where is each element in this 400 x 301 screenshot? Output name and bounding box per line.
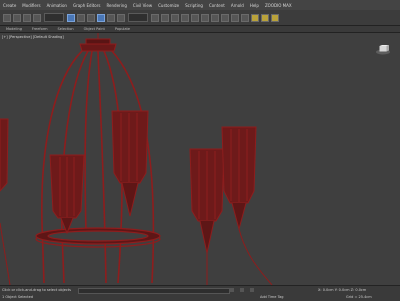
- ribbon-tab-object-paint[interactable]: Object Paint: [84, 27, 105, 31]
- ring: [35, 227, 161, 248]
- angle-snap-icon[interactable]: [171, 13, 179, 22]
- selection-filter-dropdown[interactable]: [44, 13, 64, 22]
- lamp-shade-3: [189, 148, 225, 285]
- mirror-icon[interactable]: [191, 13, 199, 22]
- canopy: [79, 33, 117, 52]
- menu-zoodio-max[interactable]: ZOODIO MAX: [262, 3, 295, 8]
- time-slider[interactable]: [78, 288, 230, 294]
- render-setup-icon[interactable]: [251, 13, 259, 22]
- lamp-shade-edge: [0, 118, 11, 285]
- schematic-icon[interactable]: [231, 13, 239, 22]
- align-icon[interactable]: [201, 13, 209, 22]
- key-controls: [230, 288, 254, 292]
- key-icon[interactable]: [230, 288, 234, 292]
- main-toolbar: [0, 10, 400, 25]
- set-key-icon[interactable]: [240, 288, 244, 292]
- unlink-icon[interactable]: [33, 13, 41, 22]
- link-icon[interactable]: [23, 13, 31, 22]
- perspective-viewport[interactable]: [+] [Perspective] [Default Shading]: [0, 33, 400, 285]
- layer-icon[interactable]: [211, 13, 219, 22]
- menu-content[interactable]: Content: [206, 3, 228, 8]
- render-icon[interactable]: [271, 13, 279, 22]
- scale-icon[interactable]: [117, 13, 125, 22]
- select-by-name-icon[interactable]: [77, 13, 85, 22]
- menu-bar: Create Modifiers Animation Graph Editors…: [0, 0, 400, 10]
- ribbon-tab-freeform[interactable]: Freeform: [32, 27, 48, 31]
- select-object-icon[interactable]: [67, 13, 75, 22]
- curve-editor-icon[interactable]: [221, 13, 229, 22]
- menu-scripting[interactable]: Scripting: [182, 3, 206, 8]
- percent-snap-icon[interactable]: [181, 13, 189, 22]
- chandelier-model[interactable]: [0, 33, 400, 285]
- add-time-tag[interactable]: Add Time Tag: [260, 295, 284, 299]
- redo-icon[interactable]: [13, 13, 21, 22]
- menu-help[interactable]: Help: [247, 3, 262, 8]
- menu-modifiers[interactable]: Modifiers: [19, 3, 43, 8]
- menu-animation[interactable]: Animation: [44, 3, 70, 8]
- lamp-shade-1: [49, 154, 85, 235]
- status-bar: Click or click-and-drag to select object…: [0, 285, 400, 301]
- selection-count: 1 Object Selected: [2, 295, 34, 299]
- menu-graph-editors[interactable]: Graph Editors: [70, 3, 103, 8]
- menu-arnold[interactable]: Arnold: [228, 3, 247, 8]
- menu-rendering[interactable]: Rendering: [103, 3, 129, 8]
- status-prompt: Click or click-and-drag to select object…: [2, 288, 71, 292]
- reference-coordinate-dropdown[interactable]: [128, 13, 148, 22]
- grid-readout: Grid = 25.4cm: [346, 295, 372, 299]
- render-frame-icon[interactable]: [261, 13, 269, 22]
- snap-icon[interactable]: [161, 13, 169, 22]
- lamp-shade-2: [111, 110, 149, 217]
- rotate-icon[interactable]: [107, 13, 115, 22]
- auto-key-icon[interactable]: [250, 288, 254, 292]
- ribbon-tab-selection[interactable]: Selection: [58, 27, 74, 31]
- menu-create[interactable]: Create: [0, 3, 19, 8]
- lamp-shade-4: [221, 126, 273, 285]
- menu-customize[interactable]: Customize: [155, 3, 182, 8]
- menu-civil-view[interactable]: Civil View: [130, 3, 155, 8]
- rect-select-region-icon[interactable]: [87, 13, 95, 22]
- coordinate-readout: X: 0.0cm Y: 0.0cm Z: 0.0cm: [318, 288, 367, 292]
- ribbon-tab-modeling[interactable]: Modeling: [6, 27, 22, 31]
- move-icon[interactable]: [97, 13, 105, 22]
- ribbon-tab-populate[interactable]: Populate: [115, 27, 130, 31]
- ribbon-tabs: Modeling Freeform Selection Object Paint…: [0, 25, 400, 33]
- pivot-icon[interactable]: [151, 13, 159, 22]
- material-editor-icon[interactable]: [241, 13, 249, 22]
- undo-icon[interactable]: [3, 13, 11, 22]
